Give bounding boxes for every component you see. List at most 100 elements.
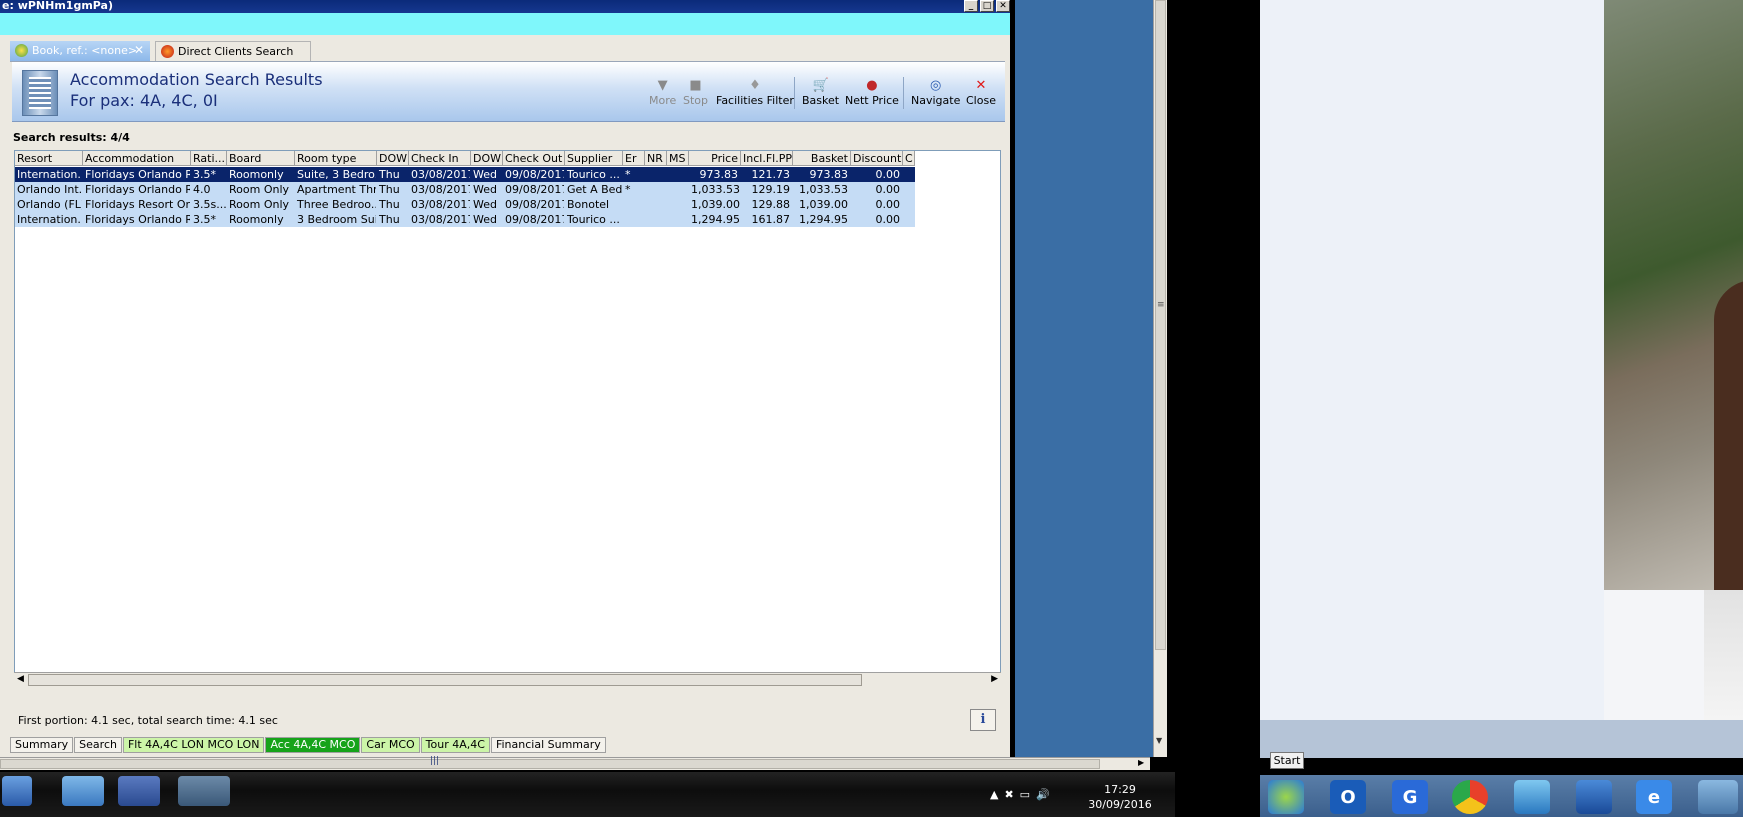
tab-search[interactable]: Search [74, 737, 122, 753]
remote-desktop-icon[interactable] [1576, 780, 1612, 814]
stop-button[interactable]: ■ Stop [683, 78, 708, 107]
column-header[interactable]: Resort [15, 151, 83, 165]
tab-direct-clients-search[interactable]: Direct Clients Search [155, 41, 311, 61]
table-cell: 3.5s... [193, 198, 227, 211]
column-header[interactable]: Room type [295, 151, 377, 165]
table-header: Resort Accommodation Rati... Board Room type… [15, 151, 915, 166]
tab-accommodation[interactable]: Acc 4A,4C MCO [265, 737, 361, 753]
tab-car[interactable]: Car MCO [361, 737, 420, 753]
column-header[interactable]: Incl.Fl.PP [741, 151, 793, 165]
info-button[interactable]: i [970, 709, 996, 731]
table-cell: 0.00 [875, 213, 901, 226]
internet-explorer-icon[interactable]: e [1636, 780, 1672, 814]
tab-summary[interactable]: Summary [10, 737, 74, 753]
travel-app-icon[interactable] [1514, 780, 1550, 814]
table-cell: 3.5* [193, 213, 216, 226]
photo-image [1604, 0, 1743, 600]
results-table[interactable]: Resort Accommodation Rati... Board Room type… [14, 150, 1001, 687]
tab-flight[interactable]: Flt 4A,4C LON MCO LON [122, 737, 265, 753]
hotel-building-icon [22, 70, 58, 116]
column-header[interactable]: Supplier [565, 151, 623, 165]
table-row[interactable]: Orlando Int...Floridays Orlando Re...4.0… [15, 182, 915, 197]
table-cell: 121.73 [751, 168, 791, 181]
tab-financial-summary[interactable]: Financial Summary [490, 737, 606, 753]
outlook-icon[interactable]: O [1330, 780, 1366, 814]
column-header[interactable]: Discount [851, 151, 903, 165]
table-cell: 4.0 [193, 183, 211, 196]
column-header[interactable]: Price [689, 151, 741, 165]
table-cell: Tourico ... [567, 213, 620, 226]
close-button[interactable]: ✕ Close [966, 78, 996, 107]
navigate-button[interactable]: ◎ Navigate [911, 78, 960, 107]
table-cell: Get A Bed [567, 183, 623, 196]
window-horizontal-scrollbar[interactable]: ||| ▶ [0, 756, 1150, 770]
table-cell: 1,039.00 [799, 198, 848, 211]
results-count: Search results: 4/4 [13, 131, 130, 144]
scrollbar-thumb[interactable] [1155, 0, 1166, 650]
column-header[interactable]: Check Out [503, 151, 565, 165]
close-tab-icon[interactable]: ✕ [134, 43, 144, 57]
nett-price-label: Nett Price [845, 94, 899, 107]
table-cell: 129.19 [751, 183, 791, 196]
column-header[interactable]: NR [645, 151, 667, 165]
column-header[interactable]: DOW [471, 151, 503, 165]
basket-label: Basket [802, 94, 840, 107]
table-row[interactable]: Internation...Floridays Orlando Re...3.5… [15, 212, 915, 227]
table-cell: 973.83 [809, 168, 849, 181]
column-header[interactable]: Board [227, 151, 295, 165]
basket-button[interactable]: 🛒 Basket [802, 78, 839, 107]
app-window-icon[interactable] [1698, 780, 1738, 814]
scroll-right-icon[interactable]: ▶ [991, 674, 998, 684]
clock[interactable]: 17:29 30/09/2016 [1085, 782, 1155, 812]
more-button[interactable]: ▼ More [649, 78, 676, 107]
table-cell [667, 182, 689, 197]
close-window-icon[interactable]: ✕ [996, 0, 1010, 12]
column-header[interactable]: MS [667, 151, 689, 165]
toolbar-separator [794, 77, 795, 109]
windows-start-icon[interactable] [1268, 780, 1304, 814]
remote-desktop-icon[interactable] [2, 776, 32, 806]
nett-price-icon: ● [866, 78, 878, 93]
system-tray[interactable]: ▲✖▭🔊 [990, 788, 1056, 801]
g-app-icon[interactable]: G [1392, 780, 1428, 814]
minimize-window-icon[interactable]: _ [964, 0, 978, 12]
app-window-icon[interactable] [118, 776, 160, 806]
scrollbar-thumb[interactable] [0, 759, 1100, 769]
column-header[interactable]: Check In [409, 151, 471, 165]
maximize-window-icon[interactable]: □ [980, 0, 994, 12]
table-row[interactable]: Internation...Floridays Orlando Re...3.5… [15, 167, 915, 182]
chrome-icon[interactable] [1452, 780, 1488, 814]
star-badge-icon [161, 45, 174, 58]
table-cell: Tourico ... [567, 168, 620, 181]
column-header[interactable]: Er [623, 151, 645, 165]
table-cell [903, 212, 915, 227]
tab-booking[interactable]: Book, ref.: <none> ✕ [10, 41, 150, 61]
divider [1167, 0, 1175, 817]
side-panel [1015, 0, 1153, 757]
table-cell: 09/08/2017 [505, 213, 565, 226]
more-label: More [649, 94, 677, 107]
search-timing-status: First portion: 4.1 sec, total search tim… [18, 714, 278, 727]
table-cell [645, 167, 667, 182]
column-header[interactable]: Basket [793, 151, 851, 165]
table-horizontal-scrollbar[interactable]: ◀ ▶ [14, 672, 1001, 687]
scroll-right-icon[interactable]: ▶ [1138, 758, 1144, 767]
nett-price-button[interactable]: ● Nett Price [845, 78, 899, 107]
scrollbar-thumb[interactable] [28, 674, 862, 686]
vertical-scrollbar[interactable]: ≡ ▼ [1153, 0, 1167, 757]
scroll-down-icon[interactable]: ▼ [1156, 736, 1162, 745]
scroll-left-icon[interactable]: ◀ [17, 674, 24, 684]
app-window-icon[interactable] [178, 776, 230, 806]
travel-app-icon[interactable] [62, 776, 104, 806]
column-header[interactable]: Accommodation [83, 151, 191, 165]
column-header[interactable]: Rati... [191, 151, 227, 165]
tab-label: Book, ref.: <none> [32, 44, 138, 57]
table-cell: 1,033.53 [799, 183, 848, 196]
table-cell: 3 Bedroom Suite [297, 213, 376, 226]
column-header[interactable]: DOW [377, 151, 409, 165]
table-row[interactable]: Orlando (FL)Floridays Resort Orla...3.5s… [15, 197, 915, 212]
facilities-filter-button[interactable]: ♦ Facilities Filter [716, 78, 794, 107]
filter-icon: ♦ [749, 78, 761, 93]
tab-tour[interactable]: Tour 4A,4C [420, 737, 490, 753]
column-header[interactable]: C [903, 151, 915, 165]
